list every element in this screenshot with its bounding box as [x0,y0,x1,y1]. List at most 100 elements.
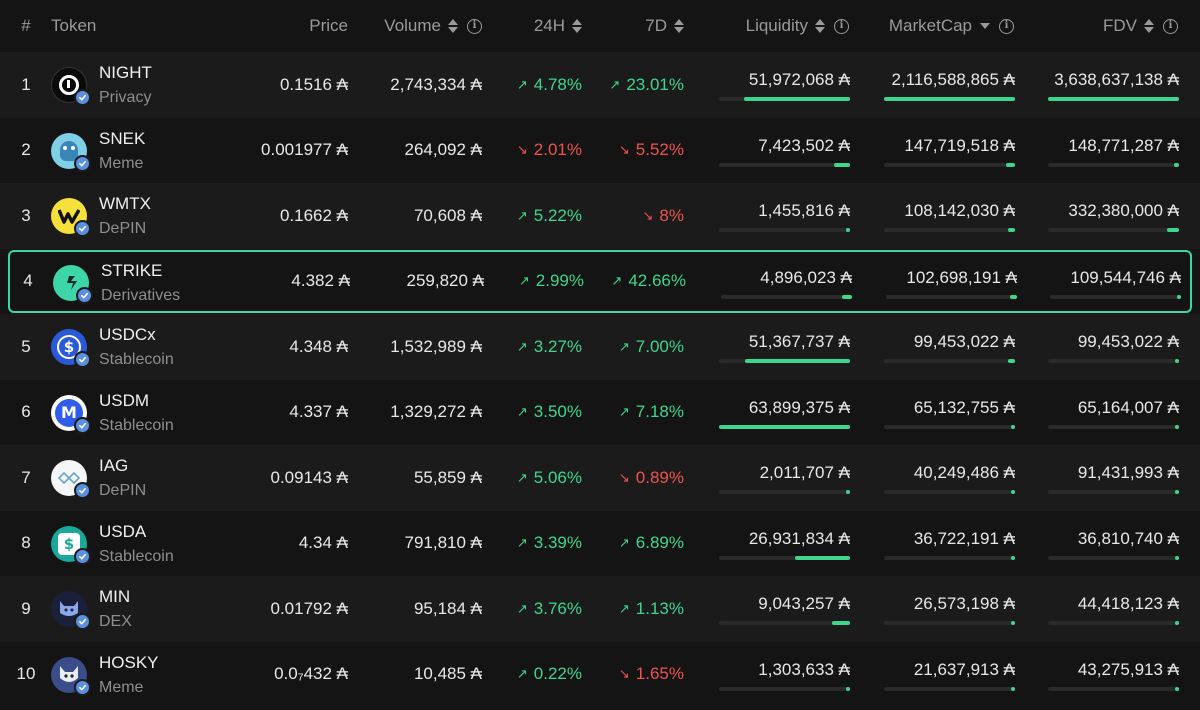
token-category: DePIN [99,482,147,499]
fdv-bar-fill [1175,621,1179,625]
token-category: Privacy [99,89,152,106]
sort-icon[interactable] [448,18,458,34]
volume-cell: 791,810 ₳ [404,533,482,553]
table-row[interactable]: 2 SNEK Meme 0.001977 ₳ 264,092 ₳ ↘ 2.01% … [0,117,1200,183]
table-row[interactable]: 7 IAG DePIN 0.09143 ₳ 55,859 ₳ ↗ 5.06% ↘ 0… [0,445,1200,511]
marketcap-bar [884,621,1015,625]
change-7d-cell: ↗ 6.89% [618,533,684,553]
arrow-up-right-icon: ↗ [516,76,528,92]
marketcap-bar [884,97,1015,101]
table-row[interactable]: 6 M USDM Stablecoin 4.337 ₳ 1,329,272 ₳ … [0,379,1200,445]
token-name[interactable]: NIGHT [99,63,152,83]
token-table: # Token Price Volume i 24H 7D Liquidity i … [0,0,1200,710]
snek-logo-icon [51,132,91,172]
token-name[interactable]: HOSKY [99,653,159,673]
sort-icon[interactable] [674,18,684,34]
change-24h-cell: ↗ 4.78% [516,74,582,94]
table-row[interactable]: 5 $ USDCx Stablecoin 4.348 ₳ 1,532,989 ₳… [0,314,1200,380]
header-fdv[interactable]: FDV i [1040,0,1178,52]
volume-cell: 1,532,989 ₳ [390,336,482,356]
marketcap-value: 99,453,022 ₳ [913,332,1015,351]
header-7d[interactable]: 7D [600,0,684,52]
change-24h-cell: ↗ 5.06% [516,467,582,487]
marketcap-bar [884,686,1015,691]
sort-icon[interactable] [572,18,582,34]
fdv-value: 44,418,123 ₳ [1077,594,1179,613]
change-7d-cell: ↘ 0.89% [618,467,684,487]
arrow-up-right-icon: ↗ [618,404,630,420]
change-24h-cell: ↘ 2.01% [516,140,582,160]
liquidity-bar [719,686,850,691]
token-name[interactable]: USDA [99,522,146,542]
table-row[interactable]: 9 MIN DEX 0.01792 ₳ 95,184 ₳ ↗ 3.76% ↗ 1.1… [0,576,1200,642]
fdv-bar-fill [1173,162,1179,167]
change-24h-cell: ↗ 3.50% [516,402,582,422]
liquidity-bar [719,359,850,363]
table-row[interactable]: 4 STRIKE Derivatives 4.382 ₳ 259,820 ₳ ↗… [8,249,1192,313]
token-name[interactable]: SNEK [99,129,145,149]
info-icon[interactable]: i [999,18,1014,34]
night-logo-icon [51,67,91,106]
token-category: Derivatives [101,286,181,304]
token-name[interactable]: IAG [99,456,128,476]
table-row[interactable]: 3 WMTX DePIN 0.1662 ₳ 70,608 ₳ ↗ 5.22% ↘ 8… [0,183,1200,249]
liquidity-bar-fill [834,162,850,167]
liquidity-value: 9,043,257 ₳ [758,594,850,613]
token-category: Meme [99,678,144,696]
marketcap-bar-fill [884,97,1015,101]
liquidity-bar-fill [719,424,850,429]
sort-desc-icon[interactable] [980,23,990,29]
marketcap-bar [884,555,1015,560]
fdv-value: 148,771,287 ₳ [1068,135,1179,155]
strike-logo-icon [53,264,93,304]
info-icon[interactable]: i [834,18,849,34]
liquidity-bar [719,97,850,101]
fdv-bar-fill [1048,97,1179,101]
header-marketcap[interactable]: MarketCap i [860,0,1014,52]
price-cell: 0.1662 ₳ [279,205,348,225]
token-name[interactable]: MIN [99,587,130,607]
fdv-value: 36,810,740 ₳ [1077,528,1179,548]
arrow-up-right-icon: ↗ [618,338,630,354]
arrow-up-right-icon: ↗ [516,207,528,223]
fdv-bar [1048,621,1179,625]
header-rank: # [21,16,31,35]
marketcap-value: 65,132,755 ₳ [913,397,1015,417]
info-icon[interactable]: i [467,18,482,34]
token-name[interactable]: STRIKE [101,261,162,281]
rank-cell: 8 [21,533,31,553]
token-category: Stablecoin [99,416,174,434]
token-name[interactable]: WMTX [99,194,151,214]
marketcap-bar [884,359,1015,363]
info-icon[interactable]: i [1163,18,1178,34]
volume-cell: 1,329,272 ₳ [390,402,482,422]
change-24h-cell: ↗ 2.99% [518,271,584,291]
header-liquidity[interactable]: Liquidity i [715,0,849,52]
fdv-bar [1048,555,1179,560]
token-name[interactable]: USDCx [99,325,156,345]
marketcap-bar [884,162,1015,167]
volume-cell: 10,485 ₳ [413,664,482,684]
fdv-value: 43,275,913 ₳ [1077,659,1179,679]
arrow-up-right-icon: ↗ [618,535,630,551]
token-name[interactable]: USDM [99,391,149,411]
fdv-bar [1048,228,1179,232]
liquidity-bar [719,621,850,625]
fdv-bar [1050,294,1181,299]
liquidity-value: 63,899,375 ₳ [748,397,850,417]
change-7d-cell: ↗ 42.66% [611,271,686,291]
sort-icon[interactable] [815,18,825,34]
header-price[interactable]: Price [248,0,348,52]
token-category: DePIN [99,220,147,237]
sort-icon[interactable] [1144,18,1154,34]
fdv-value: 3,638,637,138 ₳ [1054,70,1179,89]
header-volume[interactable]: Volume i [360,0,482,52]
table-row[interactable]: 1 NIGHT Privacy 0.1516 ₳ 2,743,334 ₳ ↗ 4.… [0,52,1200,118]
marketcap-value: 102,698,191 ₳ [906,267,1017,287]
liquidity-value: 51,367,737 ₳ [748,332,850,351]
price-cell: 4.337 ₳ [289,402,348,422]
wmtx-logo-icon [51,198,91,237]
table-row[interactable]: 10 HOSKY Meme 0.0₇432 ₳ 10,485 ₳ ↗ 0.22% … [0,641,1200,707]
header-24h[interactable]: 24H [500,0,582,52]
table-row[interactable]: 8 $ USDA Stablecoin 4.34 ₳ 791,810 ₳ ↗ 3.… [0,510,1200,576]
